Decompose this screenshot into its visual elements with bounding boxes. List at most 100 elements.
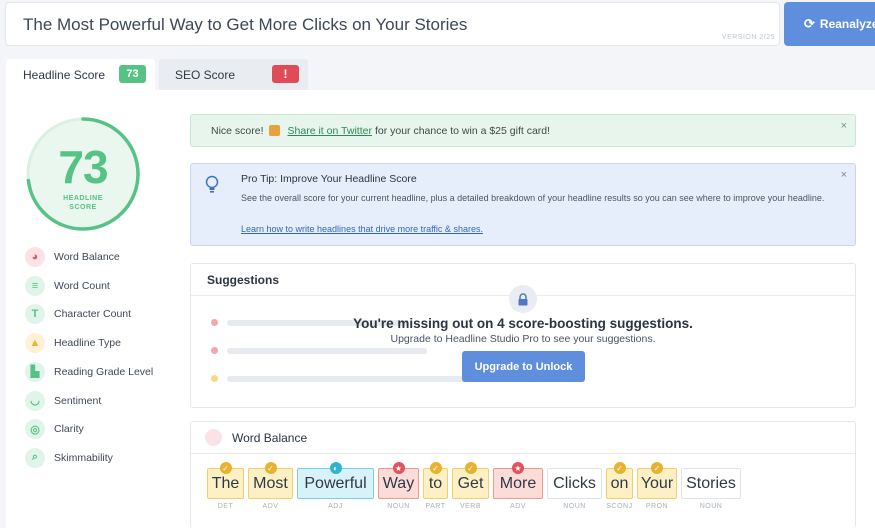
pie-chart-icon: ◕ — [25, 247, 45, 267]
blurred-suggestion-dot — [211, 375, 218, 382]
word-text: Get — [457, 474, 484, 492]
part-of-speech-label: NOUN — [699, 503, 723, 510]
word-balance-header: Word Balance — [191, 422, 855, 454]
headline-text[interactable]: The Most Powerful Way to Get More Clicks… — [23, 15, 467, 35]
score-label-line1: HEADLINE — [63, 195, 103, 202]
missing-suggestions-text: You're missing out on 4 score-boosting s… — [353, 316, 693, 331]
lightbulb-icon — [205, 175, 219, 193]
word-chip: More ★ — [493, 462, 543, 499]
word-type-badge-icon: ✓ — [464, 462, 477, 474]
part-of-speech-label: NOUN — [563, 503, 586, 510]
word-chip: Stories — [681, 468, 741, 499]
metric-headline-type[interactable]: ▲ Headline Type — [25, 333, 121, 354]
pro-tip-description: See the overall score for your current h… — [241, 193, 825, 203]
metric-word-balance[interactable]: ◕ Word Balance — [25, 247, 120, 267]
tab-headline-score[interactable]: Headline Score 73 — [6, 59, 155, 90]
word-chip: Way ★ — [378, 462, 419, 499]
pro-tip-alert: Pro Tip: Improve Your Headline Score See… — [190, 163, 856, 246]
book-icon: ▙ — [25, 361, 45, 382]
part-of-speech-label: PRON — [645, 503, 669, 510]
word-type-badge-icon: ✓ — [264, 462, 277, 474]
reanalyze-button[interactable]: ⟳ Reanalyze — [784, 2, 875, 46]
score-value: 73 — [58, 141, 108, 193]
word-text: Your — [640, 474, 674, 492]
metric-label: Word Count — [54, 279, 110, 292]
text-t-icon: T — [25, 304, 45, 325]
word-type-badge-icon: ★ — [512, 462, 524, 474]
metric-reading-grade-level[interactable]: ▙ Reading Grade Level — [25, 361, 154, 382]
blurred-suggestion — [227, 348, 427, 354]
word-chip: Powerful ◐ — [297, 462, 374, 499]
score-badge: 73 — [119, 65, 146, 83]
word-chip: Clicks — [547, 468, 602, 499]
word-type-badge-icon: ✓ — [219, 462, 232, 474]
pro-tip-title: Pro Tip: Improve Your Headline Score — [241, 173, 417, 185]
metric-label: Sentiment — [54, 394, 102, 407]
metric-clarity[interactable]: ◎ Clarity — [25, 419, 84, 440]
part-of-speech-label: SCONJ — [606, 503, 633, 510]
alert-prefix: Nice score! — [211, 124, 264, 137]
word-type-badge-icon: ✓ — [651, 462, 663, 474]
score-label: HEADLINE SCORE — [24, 194, 142, 212]
word-type-badge-icon: ✓ — [613, 462, 626, 474]
shapes-icon: ▲ — [25, 333, 45, 354]
blurred-suggestion-dot — [211, 347, 218, 354]
part-of-speech-label: ADV — [262, 503, 279, 510]
metric-word-count[interactable]: ≡ Word Count — [25, 275, 110, 296]
warning-badge: ! — [272, 65, 299, 83]
part-of-speech-label: DET — [217, 503, 234, 510]
magnifier-icon: ⌕ — [25, 447, 45, 468]
word-type-badge-icon: ◐ — [329, 462, 342, 474]
word-chip: Get ✓ — [452, 462, 489, 499]
word-chip: on ✓ — [606, 462, 633, 499]
metric-label: Reading Grade Level — [54, 365, 154, 378]
share-alert: Nice score! Share it on Twitter for your… — [190, 114, 856, 147]
tab-label: Headline Score — [23, 67, 106, 82]
word-balance-heading: Word Balance — [232, 430, 308, 445]
part-of-speech-label: ADJ — [328, 503, 343, 510]
word-type-badge-icon: ★ — [392, 462, 405, 474]
part-of-speech-label: PART — [425, 503, 446, 510]
word-text: to — [428, 474, 443, 492]
tab-seo-score[interactable]: SEO Score ! — [159, 59, 308, 90]
part-of-speech-label: NOUN — [387, 503, 410, 510]
lock-icon — [509, 285, 537, 313]
metric-label: Skimmability — [54, 451, 113, 464]
upgrade-prompt-text: Upgrade to Headline Studio Pro to see yo… — [390, 333, 656, 345]
headline-input[interactable]: The Most Powerful Way to Get More Clicks… — [5, 2, 780, 46]
pie-chart-icon — [205, 429, 222, 446]
score-label-line2: SCORE — [69, 204, 97, 211]
target-icon: ◎ — [25, 419, 45, 440]
close-icon[interactable]: × — [841, 169, 847, 181]
word-chip: Most ✓ — [248, 462, 293, 499]
upgrade-to-unlock-button[interactable]: Upgrade to Unlock — [462, 351, 585, 382]
version-label: VERSION 2/25 — [721, 34, 775, 41]
metric-sentiment[interactable]: ◡ Sentiment — [25, 390, 102, 411]
word-chip: to ✓ — [423, 462, 448, 499]
metric-label: Headline Type — [54, 337, 121, 350]
word-text: The — [211, 474, 240, 492]
word-text: Stories — [686, 474, 736, 492]
learn-headlines-link[interactable]: Learn how to write headlines that drive … — [241, 224, 483, 234]
tab-label: SEO Score — [175, 67, 236, 82]
metric-skimmability[interactable]: ⌕ Skimmability — [25, 447, 113, 468]
part-of-speech-label: ADV — [510, 503, 526, 510]
share-twitter-link[interactable]: Share it on Twitter — [288, 125, 372, 137]
close-icon[interactable]: × — [841, 120, 847, 132]
word-text: on — [610, 474, 629, 492]
metric-label: Clarity — [54, 423, 84, 436]
part-of-speech-label: VERB — [459, 503, 482, 510]
word-text: Most — [253, 474, 288, 492]
word-text: Powerful — [304, 474, 367, 492]
word-text: Way — [382, 474, 415, 492]
metric-character-count[interactable]: T Character Count — [25, 304, 132, 325]
alert-suffix: for your chance to win a $25 gift card! — [374, 124, 551, 137]
blurred-suggestion — [227, 376, 497, 382]
word-chip: Your ✓ — [637, 462, 677, 499]
smile-icon: ◡ — [25, 390, 45, 411]
reanalyze-label: Reanalyze — [819, 17, 875, 31]
refresh-icon: ⟳ — [804, 16, 815, 31]
suggestions-card: Suggestions You're missing out on 4 scor… — [190, 263, 856, 408]
lines-icon: ≡ — [25, 275, 45, 296]
metric-label: Character Count — [54, 308, 132, 321]
